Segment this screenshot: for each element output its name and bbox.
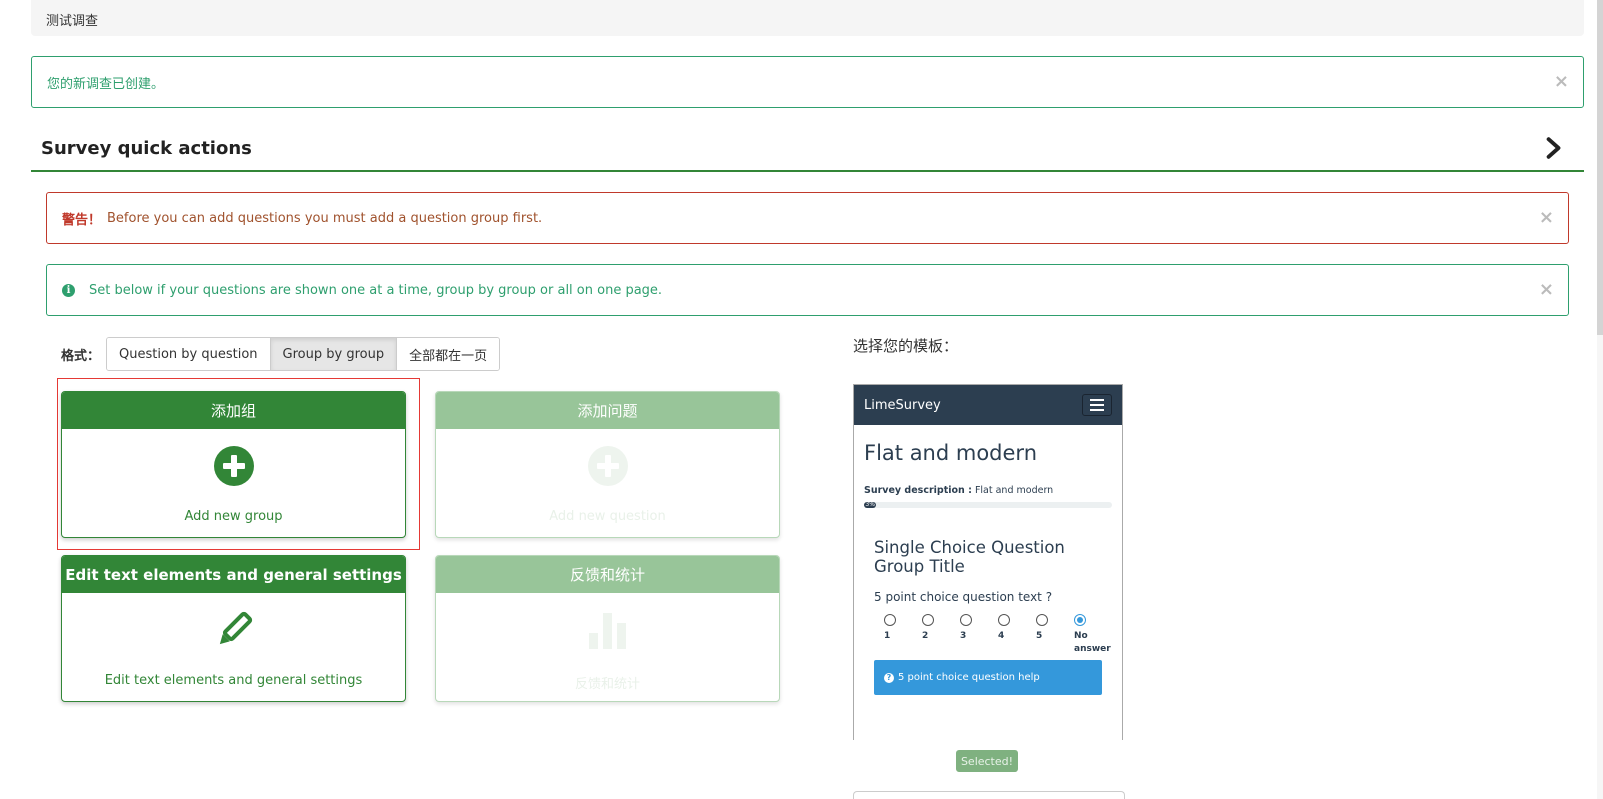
format-group-by-group[interactable]: Group by group <box>270 338 398 370</box>
template-progress-bar: 3% <box>864 502 1112 508</box>
format-question-by-question[interactable]: Question by question <box>107 338 271 370</box>
info-icon: i <box>62 283 75 297</box>
template-survey-title: Flat and modern <box>864 441 1038 465</box>
template-brand: LimeSurvey <box>864 397 941 413</box>
radio-icon <box>998 614 1010 626</box>
template-choice: 2 <box>912 614 950 656</box>
next-template-preview[interactable] <box>853 791 1125 799</box>
template-description-value: Flat and modern <box>974 485 1054 496</box>
template-progress-fill: 3% <box>864 501 877 508</box>
info-alert-text: Set below if your questions are shown on… <box>89 282 663 298</box>
plus-circle-icon <box>213 446 254 486</box>
survey-created-alert: 您的新调查已创建。 × <box>31 56 1584 108</box>
add-group-card-text: Add new group <box>184 509 283 524</box>
template-help-box: ? 5 point choice question help <box>874 660 1102 695</box>
breadcrumb: 测试调查 <box>31 0 1584 36</box>
add-question-card: 添加问题 Add new question <box>435 391 780 538</box>
edit-text-card-header: Edit text elements and general settings <box>62 556 405 593</box>
add-group-card[interactable]: 添加组 Add new group <box>61 391 406 538</box>
warning-alert-prefix: 警告！ <box>62 212 102 228</box>
close-icon[interactable]: × <box>1539 281 1554 299</box>
radio-checked-icon <box>1074 614 1086 626</box>
template-choice: 3 <box>950 614 988 656</box>
pencil-icon <box>219 611 252 645</box>
format-button-group: Question by question Group by group 全部都在… <box>106 337 501 371</box>
template-choice: 4 <box>988 614 1026 656</box>
template-choices: 1 2 3 4 5 No answer <box>874 614 1111 656</box>
question-circle-icon: ? <box>884 672 894 683</box>
template-navbar: LimeSurvey <box>854 385 1122 425</box>
template-group-title: Single Choice Question Group Title <box>874 538 1065 576</box>
chevron-right-icon[interactable] <box>1542 137 1564 159</box>
edit-text-elements-card[interactable]: Edit text elements and general settings … <box>61 555 406 702</box>
radio-icon <box>884 614 896 626</box>
hamburger-menu-icon <box>1082 394 1112 416</box>
scrollbar-thumb[interactable] <box>1597 0 1603 335</box>
template-description-label: Survey description : <box>864 485 972 496</box>
add-group-card-header: 添加组 <box>62 392 405 429</box>
radio-icon <box>960 614 972 626</box>
edit-text-card-text: Edit text elements and general settings <box>104 673 363 688</box>
template-question-text: 5 point choice question text ? <box>874 590 1053 604</box>
add-question-card-text: Add new question <box>549 509 666 524</box>
template-preview[interactable]: LimeSurvey Flat and modern Survey descri… <box>853 384 1123 740</box>
breadcrumb-survey-name[interactable]: 测试调查 <box>46 14 98 29</box>
radio-icon <box>922 614 934 626</box>
survey-overview-page: 测试调查 您的新调查已创建。 × Survey quick actions 警告… <box>0 0 1603 799</box>
template-selector-title: 选择您的模板： <box>853 337 959 355</box>
warning-alert: 警告！ Before you can add questions you mus… <box>46 192 1569 244</box>
feedback-stats-card: 反馈和统计 反馈和统计 <box>435 555 780 702</box>
plus-circle-icon <box>587 446 628 486</box>
warning-alert-text: Before you can add questions you must ad… <box>107 210 543 226</box>
format-selector: 格式： Question by question Group by group … <box>61 337 501 371</box>
format-label: 格式： <box>61 348 101 364</box>
quick-actions-title: Survey quick actions <box>41 138 252 159</box>
feedback-stats-card-header: 反馈和统计 <box>436 556 779 593</box>
close-icon[interactable]: × <box>1539 209 1554 227</box>
close-icon[interactable]: × <box>1554 73 1569 91</box>
template-choice: 5 <box>1026 614 1064 656</box>
feedback-stats-card-text: 反馈和统计 <box>574 677 640 692</box>
template-description: Survey description : Flat and modern <box>864 485 1112 496</box>
quick-actions-header: Survey quick actions <box>31 132 1584 172</box>
template-choice: 1 <box>874 614 912 656</box>
template-selected-button[interactable]: Selected! <box>956 750 1018 772</box>
success-alert-text: 您的新调查已创建。 <box>47 76 165 92</box>
template-choice-label: No answer <box>1074 631 1111 654</box>
bar-chart-icon <box>588 613 626 649</box>
template-choice: No answer <box>1064 614 1111 656</box>
format-info-alert: i Set below if your questions are shown … <box>46 264 1569 316</box>
radio-icon <box>1036 614 1048 626</box>
template-help-text: 5 point choice question help <box>898 672 1040 683</box>
add-question-card-header: 添加问题 <box>436 392 779 429</box>
format-all-in-one[interactable]: 全部都在一页 <box>397 338 500 370</box>
